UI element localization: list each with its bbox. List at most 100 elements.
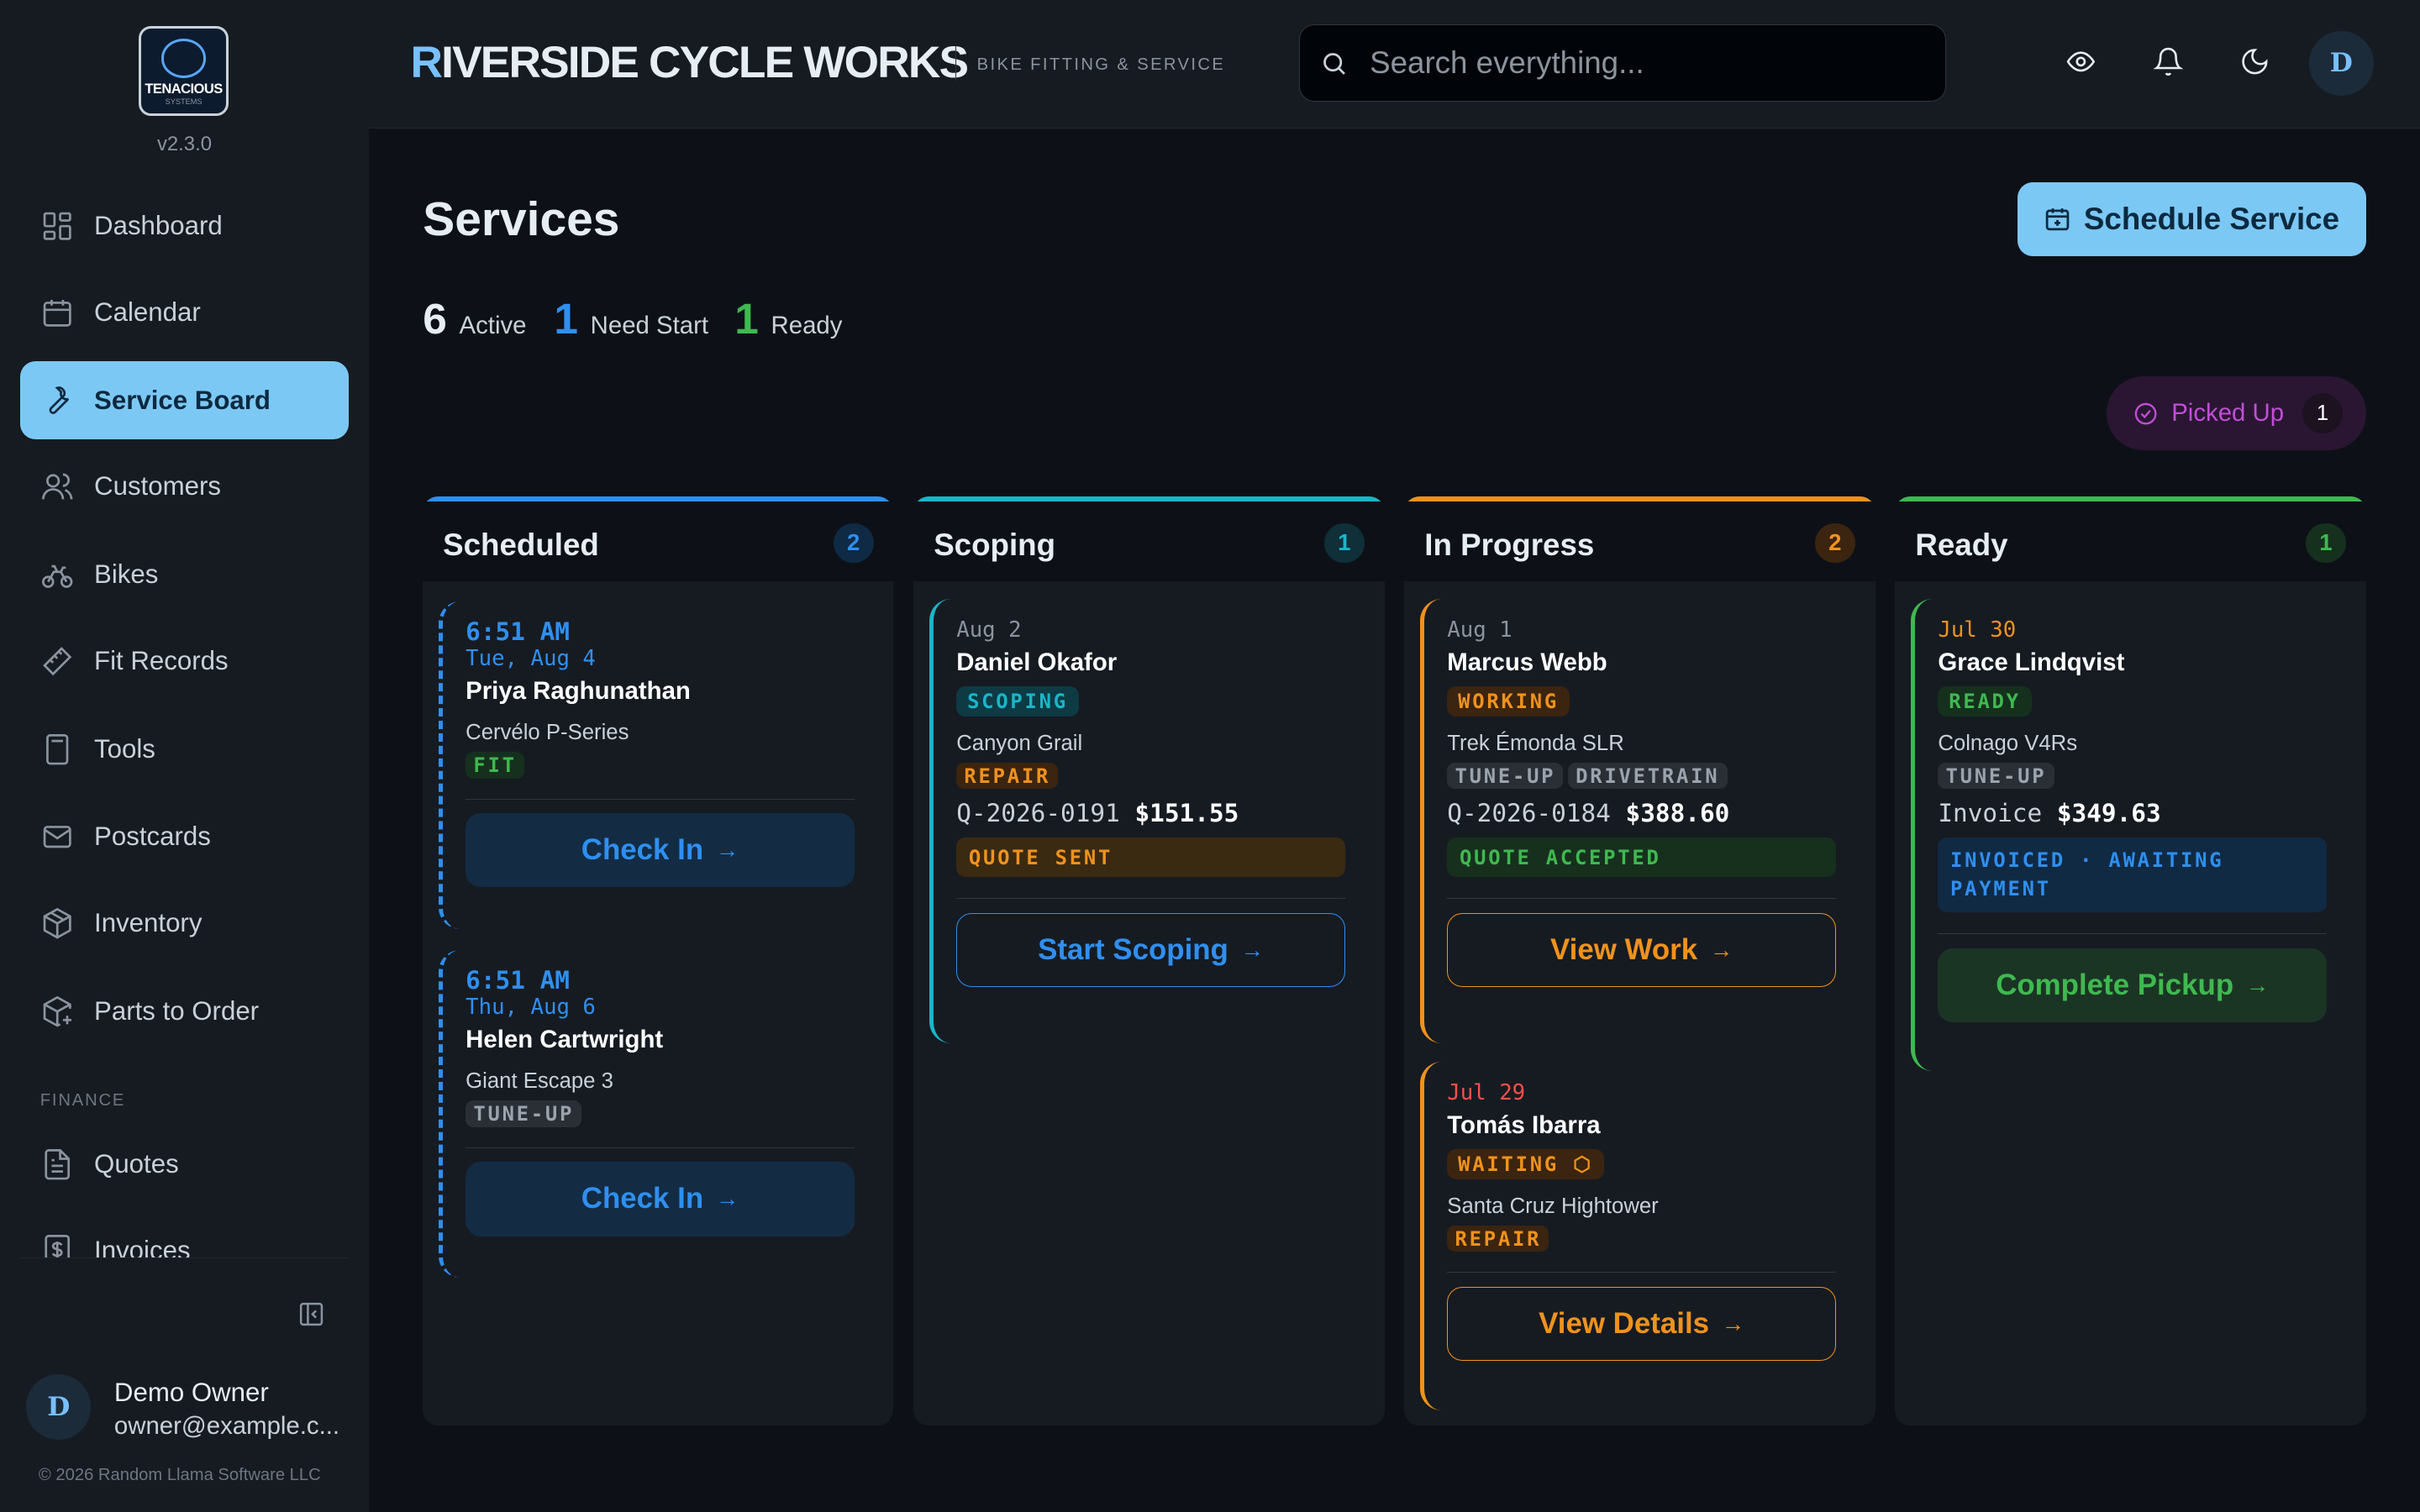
customer-name: Helen Cartwright — [466, 1026, 664, 1054]
wrench-icon — [49, 386, 69, 415]
bike-name: Santa Cruz Hightower — [1447, 1194, 1659, 1219]
column-header: In Progress 2 — [1404, 501, 1876, 582]
schedule-service-button[interactable]: Schedule Service — [2017, 181, 2366, 256]
arrow-right-icon: → — [1240, 937, 1265, 963]
invoice-line: Invoice $349.63 — [1938, 799, 2354, 827]
sidebar-item-label: Service Board — [94, 385, 271, 415]
user-name: Demo Owner — [113, 1378, 269, 1408]
sidebar-item-label: Parts to Order — [94, 995, 260, 1026]
service-tag: FIT — [466, 752, 524, 779]
service-tag: DRIVETRAIN — [1567, 762, 1728, 790]
app-version: v2.3.0 — [156, 132, 212, 155]
button-label: Check In — [581, 1182, 704, 1215]
dashboard-icon — [43, 212, 71, 240]
gear-icon — [160, 39, 207, 78]
visibility-toggle[interactable] — [2065, 46, 2099, 80]
sidebar-item-label: Bikes — [94, 559, 159, 590]
card-divider — [956, 898, 1346, 899]
sidebar-item-dashboard[interactable]: Dashboard — [20, 186, 349, 265]
sidebar-item-service-board[interactable]: Service Board — [19, 360, 350, 440]
column-ready: Ready 1 Jul 30 Grace Lindqvist READY Col… — [1895, 496, 2366, 1426]
column-scheduled: Scheduled 2 6:51 AM Tue, Aug 4 Priya Rag… — [423, 496, 894, 1426]
package-icon: ⬡ — [1573, 1152, 1593, 1177]
view-details-button[interactable]: View Details → — [1447, 1286, 1837, 1362]
picked-up-filter[interactable]: Picked Up 1 — [2107, 376, 2366, 451]
sidebar-item-parts-to-order[interactable]: Parts to Order — [20, 972, 349, 1051]
arrow-right-icon: → — [2245, 971, 2270, 998]
quote-line: Q-2026-0191 $151.55 — [956, 799, 1372, 827]
bike-name: Colnago V4Rs — [1938, 732, 2078, 756]
sidebar-item-invoices[interactable]: Invoices — [20, 1228, 349, 1257]
card-date: Tue, Aug 4 — [466, 645, 596, 671]
customer-name: Daniel Okafor — [956, 648, 1118, 676]
sidebar-item-fit-records[interactable]: Fit Records — [20, 622, 349, 701]
sidebar-item-postcards[interactable]: Postcards — [20, 798, 349, 877]
calendar-icon — [43, 299, 71, 327]
stat-label: Active — [459, 311, 527, 339]
quote-amount: $151.55 — [1134, 798, 1239, 827]
service-tag: TUNE-UP — [466, 1100, 582, 1127]
users-icon — [41, 473, 73, 500]
brand-separator — [955, 46, 956, 81]
start-scoping-button[interactable]: Start Scoping → — [956, 912, 1346, 988]
service-card[interactable]: Aug 1 Marcus Webb WORKING Trek Émonda SL… — [1419, 598, 1863, 1043]
arrow-right-icon: → — [1709, 937, 1733, 963]
sidebar-item-inventory[interactable]: Inventory — [20, 884, 349, 963]
service-card[interactable]: Jul 30 Grace Lindqvist READY Colnago V4R… — [1910, 598, 2354, 1071]
sidebar-item-label: Tools — [94, 733, 155, 764]
card-divider — [466, 1147, 855, 1148]
bike-name: Giant Escape 3 — [466, 1069, 613, 1094]
check-in-button[interactable]: Check In → — [466, 813, 855, 888]
sidebar-item-quotes[interactable]: Quotes — [20, 1125, 349, 1204]
stat-ready: 1 Ready — [734, 293, 842, 344]
brand-rest: IVERSIDE CYCLE WORKS — [441, 38, 969, 88]
service-card[interactable]: Jul 29 Tomás Ibarra WAITING ⬡ Santa Cruz… — [1419, 1061, 1863, 1410]
column-count: 1 — [1323, 522, 1365, 564]
quote-line: Q-2026-0184 $388.60 — [1447, 799, 1863, 827]
document-icon — [45, 1148, 70, 1179]
notifications-button[interactable] — [2153, 46, 2186, 80]
brand-name[interactable]: RIVERSIDE CYCLE WORKS — [410, 37, 969, 88]
service-card[interactable]: Aug 2 Daniel Okafor SCOPING Canyon Grail… — [929, 598, 1372, 1043]
quote-id: Q-2026-0191 — [956, 798, 1120, 827]
account-avatar[interactable]: D — [2308, 30, 2374, 96]
sidebar-item-label: Customers — [94, 471, 221, 501]
complete-pickup-button[interactable]: Complete Pickup → — [1938, 948, 2328, 1022]
moon-icon — [2242, 49, 2268, 75]
box-icon — [43, 907, 71, 939]
sidebar-item-label: Quotes — [94, 1148, 179, 1179]
bike-name: Trek Émonda SLR — [1447, 732, 1624, 756]
service-card[interactable]: 6:51 AM Tue, Aug 4 Priya Raghunathan Cer… — [438, 601, 881, 929]
brand-first-letter: R — [410, 38, 443, 88]
card-date: Jul 30 — [1938, 617, 2017, 643]
search-box[interactable] — [1299, 24, 1947, 102]
card-divider — [1447, 898, 1837, 899]
stat-count: 1 — [554, 293, 578, 343]
column-header: Scheduled 2 — [423, 501, 894, 582]
topbar: RIVERSIDE CYCLE WORKS BIKE FITTING & SER… — [368, 0, 2420, 129]
column-title: In Progress — [1424, 528, 1595, 563]
theme-toggle[interactable] — [2239, 46, 2273, 80]
app-logo[interactable]: TENACIOUS SYSTEMS — [139, 26, 229, 116]
sidebar-item-label: Calendar — [94, 297, 201, 327]
card-divider — [466, 798, 855, 800]
column-count: 1 — [2306, 522, 2346, 564]
check-circle-icon — [2135, 402, 2157, 425]
customer-name: Priya Raghunathan — [466, 677, 691, 705]
sidebar-divider — [19, 1257, 350, 1258]
service-card[interactable]: 6:51 AM Thu, Aug 6 Helen Cartwright Gian… — [438, 950, 881, 1278]
sidebar-item-tools[interactable]: Tools — [20, 710, 349, 789]
arrow-right-icon: → — [715, 1185, 739, 1212]
column-scoping: Scoping 1 Aug 2 Daniel Okafor SCOPING Ca… — [913, 496, 1385, 1426]
search-input[interactable] — [1366, 44, 1913, 83]
logo-subtext: SYSTEMS — [165, 97, 203, 107]
check-in-button[interactable]: Check In → — [466, 1162, 855, 1236]
view-work-button[interactable]: View Work → — [1447, 912, 1837, 988]
user-avatar[interactable]: D — [26, 1374, 92, 1440]
sidebar-item-customers[interactable]: Customers — [20, 448, 349, 527]
bike-name: Cervélo P-Series — [466, 721, 629, 745]
quote-amount: $388.60 — [1625, 798, 1730, 827]
sidebar-item-bikes[interactable]: Bikes — [20, 535, 349, 614]
collapse-sidebar-icon[interactable] — [297, 1300, 325, 1328]
sidebar-item-calendar[interactable]: Calendar — [20, 273, 349, 352]
